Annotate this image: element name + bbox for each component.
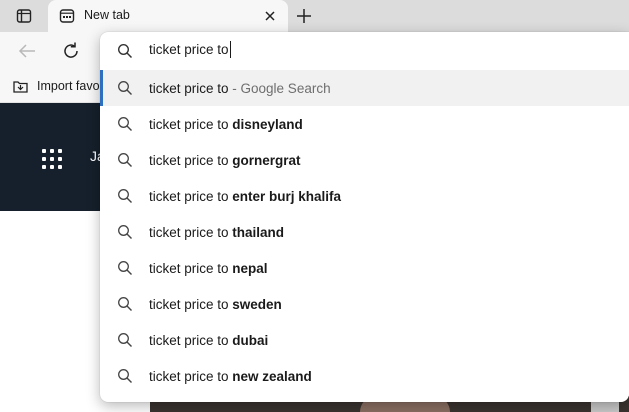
search-icon [118, 333, 132, 347]
suggestion-prefix: ticket price to [149, 368, 233, 384]
plus-icon [297, 9, 311, 23]
search-icon [118, 153, 132, 167]
suggestion-completion: enter burj khalifa [232, 188, 342, 204]
suggestion-completion: disneyland [232, 116, 303, 132]
text-caret [229, 41, 231, 58]
suggestion-prefix: ticket price to [149, 260, 233, 276]
suggestion-engine: - Google Search [228, 80, 331, 96]
suggestion-prefix: ticket price to [149, 80, 229, 96]
suggestion-prefix: ticket price to [149, 188, 233, 204]
search-icon [118, 261, 132, 275]
search-icon [118, 189, 132, 203]
import-icon [13, 81, 28, 93]
suggestion-completion: dubai [232, 332, 269, 348]
suggestion-prefix: ticket price to [149, 152, 233, 168]
address-input-text: ticket price to [149, 42, 229, 57]
suggestion-item[interactable]: ticket price to thailand [100, 214, 629, 250]
tab-title: New tab [84, 8, 130, 22]
tab-close-button[interactable] [262, 8, 278, 24]
tab-actions-button[interactable] [10, 5, 38, 27]
suggestion-prefix: ticket price to [149, 224, 233, 240]
suggestion-completion: nepal [232, 260, 268, 276]
new-tab-favicon-icon [59, 9, 75, 23]
suggestion-item[interactable]: ticket price to enter burj khalifa [100, 178, 629, 214]
search-icon [118, 225, 132, 239]
suggestion-item[interactable]: ticket price to gornergrat [100, 142, 629, 178]
apps-grid-icon[interactable] [42, 149, 62, 169]
close-icon [265, 11, 275, 21]
tab-actions-icon [16, 9, 32, 23]
search-icon [118, 297, 132, 311]
import-favorites-label: Import favo [37, 79, 100, 93]
refresh-icon[interactable] [60, 40, 82, 62]
search-icon [118, 369, 132, 383]
address-bar[interactable]: ticket price to [100, 32, 629, 70]
suggestion-item[interactable]: ticket price to nepal [100, 250, 629, 286]
address-input[interactable]: ticket price to [149, 41, 231, 58]
suggestion-completion: gornergrat [232, 152, 301, 168]
suggestion-prefix: ticket price to [149, 332, 233, 348]
tab-new-tab[interactable]: New tab [48, 0, 288, 32]
suggestion-completion: new zealand [232, 368, 312, 384]
search-icon [117, 43, 133, 59]
suggestion-item[interactable]: ticket price to new zealand [100, 358, 629, 394]
new-tab-button[interactable] [292, 4, 316, 28]
search-icon [118, 117, 132, 131]
omnibox-dropdown: ticket price to ticket price to - Google… [100, 32, 629, 402]
suggestion-completion: sweden [232, 296, 282, 312]
suggestion-completion: thailand [232, 224, 285, 240]
suggestion-item[interactable]: ticket price to disneyland [100, 106, 629, 142]
tab-strip: New tab [0, 0, 629, 32]
suggestion-item[interactable]: ticket price to sweden [100, 286, 629, 322]
import-favorites-button[interactable]: Import favo [12, 75, 102, 97]
search-icon [118, 81, 132, 95]
suggestion-item[interactable]: ticket price to - Google Search [100, 70, 629, 106]
suggestion-prefix: ticket price to [149, 116, 233, 132]
back-arrow-icon[interactable] [16, 40, 38, 62]
suggestion-item[interactable]: ticket price to dubai [100, 322, 629, 358]
suggestion-prefix: ticket price to [149, 296, 233, 312]
